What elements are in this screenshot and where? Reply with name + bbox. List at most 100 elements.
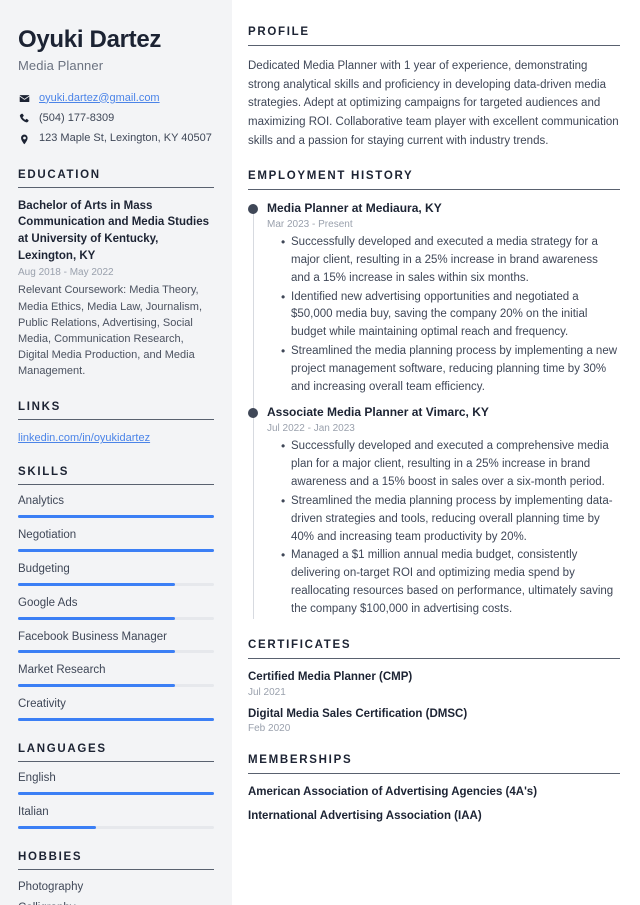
education-degree: Bachelor of Arts in Mass Communication a… [18, 199, 210, 262]
membership-item: American Association of Advertising Agen… [248, 786, 538, 799]
contact-phone-row: (504) 177-8309 [18, 111, 214, 126]
skill-level-track [18, 515, 214, 519]
employment-bullet: Successfully developed and executed a co… [281, 437, 620, 491]
links-heading: LINKS [18, 401, 61, 414]
skill-label: Creativity [18, 698, 66, 711]
links-rule [18, 419, 214, 421]
hobbies-heading: HOBBIES [18, 850, 83, 863]
employment-bullet: Streamlined the media planning process b… [281, 342, 620, 396]
employment-title: Media Planner at Mediaura, KY [267, 201, 442, 216]
hobby-item: Photography [18, 880, 84, 893]
map-pin-icon [18, 134, 31, 145]
skill-level-track [18, 650, 214, 654]
language-level-fill [18, 791, 214, 795]
skill-label: Budgeting [18, 562, 70, 575]
skill-item: Budgeting [18, 563, 214, 586]
skill-label: Market Research [18, 664, 106, 677]
education-heading: EDUCATION [18, 168, 101, 181]
certificates-rule [248, 657, 620, 659]
languages-list: English Italian [18, 772, 214, 829]
skill-level-track [18, 684, 214, 688]
contact-address-row: 123 Maple St, Lexington, KY 40507 [18, 131, 214, 146]
language-level-fill [18, 825, 97, 829]
skill-level-track [18, 582, 214, 586]
hobbies-rule [18, 868, 214, 870]
skills-list: Analytics Negotiation Budgeting Google A… [18, 495, 214, 721]
contact-phone-text: (504) 177-8309 [39, 111, 115, 124]
skill-item: Facebook Business Manager [18, 631, 214, 654]
timeline-dot-icon [248, 204, 258, 215]
envelope-icon [18, 93, 31, 104]
education-description: Relevant Coursework: Media Theory, Media… [18, 284, 203, 378]
hobby-item: Calligraphy [18, 901, 214, 905]
skill-level-track [18, 548, 214, 552]
link-item-linkedin[interactable]: linkedin.com/in/oyukidartez [18, 432, 150, 444]
contact-email-link[interactable]: oyuki.dartez@gmail.com [39, 91, 160, 106]
skills-rule [18, 484, 214, 486]
certificates-list: Certified Media Planner (CMP) Jul 2021 D… [248, 670, 620, 735]
employment-timeline: Media Planner at Mediaura, KY Mar 2023 -… [248, 201, 620, 619]
memberships-heading: MEMBERSHIPS [248, 754, 353, 767]
certificate-item: Certified Media Planner (CMP) Jul 2021 [248, 670, 620, 698]
certificate-date: Jul 2021 [248, 686, 286, 698]
skill-item: Google Ads [18, 597, 214, 620]
language-item: English [18, 772, 214, 795]
sidebar: Oyuki Dartez Media Planner oyuki.dartez@… [0, 0, 232, 905]
employment-date: Mar 2023 - Present [267, 219, 353, 231]
skill-level-fill [18, 548, 214, 552]
languages-heading: LANGUAGES [18, 742, 107, 755]
employment-bullet: Identified new advertising opportunities… [281, 288, 620, 342]
employment-rule [248, 189, 620, 191]
skill-label: Facebook Business Manager [18, 630, 167, 643]
skill-level-track [18, 717, 214, 721]
languages-rule [18, 760, 214, 762]
skills-heading: SKILLS [18, 466, 70, 479]
skill-item: Negotiation [18, 529, 214, 552]
links-list: linkedin.com/in/oyukidartez [18, 430, 214, 444]
contact-address-text: 123 Maple St, Lexington, KY 40507 [39, 132, 212, 145]
certificates-heading: CERTIFICATES [248, 638, 352, 651]
employment-title: Associate Media Planner at Vimarc, KY [267, 405, 489, 420]
certificate-date: Feb 2020 [248, 723, 291, 735]
main-column: PROFILE Dedicated Media Planner with 1 y… [232, 0, 640, 905]
skill-level-track [18, 616, 214, 620]
language-level-track [18, 825, 214, 829]
memberships-list: American Association of Advertising Agen… [248, 785, 620, 824]
resume-page: Oyuki Dartez Media Planner oyuki.dartez@… [0, 0, 640, 905]
skill-level-fill [18, 717, 214, 721]
skill-label: Analytics [18, 495, 65, 508]
certificate-title: Digital Media Sales Certification (DMSC) [248, 707, 468, 720]
employment-bullet: Successfully developed and executed a me… [281, 233, 620, 287]
employment-bullet: Streamlined the media planning process b… [281, 492, 620, 546]
hobbies-list: Photography Calligraphy [18, 880, 214, 905]
education-date: Aug 2018 - May 2022 [18, 267, 114, 279]
skill-level-fill [18, 684, 175, 688]
sidebar-section-skills: SKILLS Analytics Negotiation Budgeting G… [18, 466, 214, 721]
skill-item: Market Research [18, 664, 214, 688]
skill-level-fill [18, 650, 175, 654]
language-label: English [18, 771, 56, 784]
skill-level-fill [18, 616, 175, 620]
timeline-line [252, 415, 254, 619]
employment-item: Associate Media Planner at Vimarc, KY Ju… [248, 405, 620, 619]
employment-bullets: Successfully developed and executed a me… [267, 233, 620, 396]
timeline-dot-icon [248, 408, 258, 419]
employment-bullet: Managed a $1 million annual media budget… [281, 546, 620, 618]
resume-header: Oyuki Dartez Media Planner [18, 26, 214, 73]
sidebar-section-links: LINKS linkedin.com/in/oyukidartez [18, 401, 214, 444]
sidebar-section-education: EDUCATION Bachelor of Arts in Mass Commu… [18, 169, 214, 380]
memberships-rule [248, 773, 620, 775]
candidate-name: Oyuki Dartez [18, 26, 162, 53]
skill-label: Negotiation [18, 529, 77, 542]
contact-email-row[interactable]: oyuki.dartez@gmail.com [18, 91, 214, 106]
certificate-title: Certified Media Planner (CMP) [248, 670, 413, 683]
skill-label: Google Ads [18, 596, 78, 609]
language-level-track [18, 791, 214, 795]
skill-level-fill [18, 515, 214, 519]
language-label: Italian [18, 805, 49, 818]
employment-bullets: Successfully developed and executed a co… [267, 437, 620, 618]
employment-date: Jul 2022 - Jan 2023 [267, 423, 355, 435]
skill-item: Analytics [18, 495, 214, 519]
contact-list: oyuki.dartez@gmail.com (504) 177-8309 12… [18, 91, 214, 147]
sidebar-section-languages: LANGUAGES English Italian [18, 743, 214, 829]
